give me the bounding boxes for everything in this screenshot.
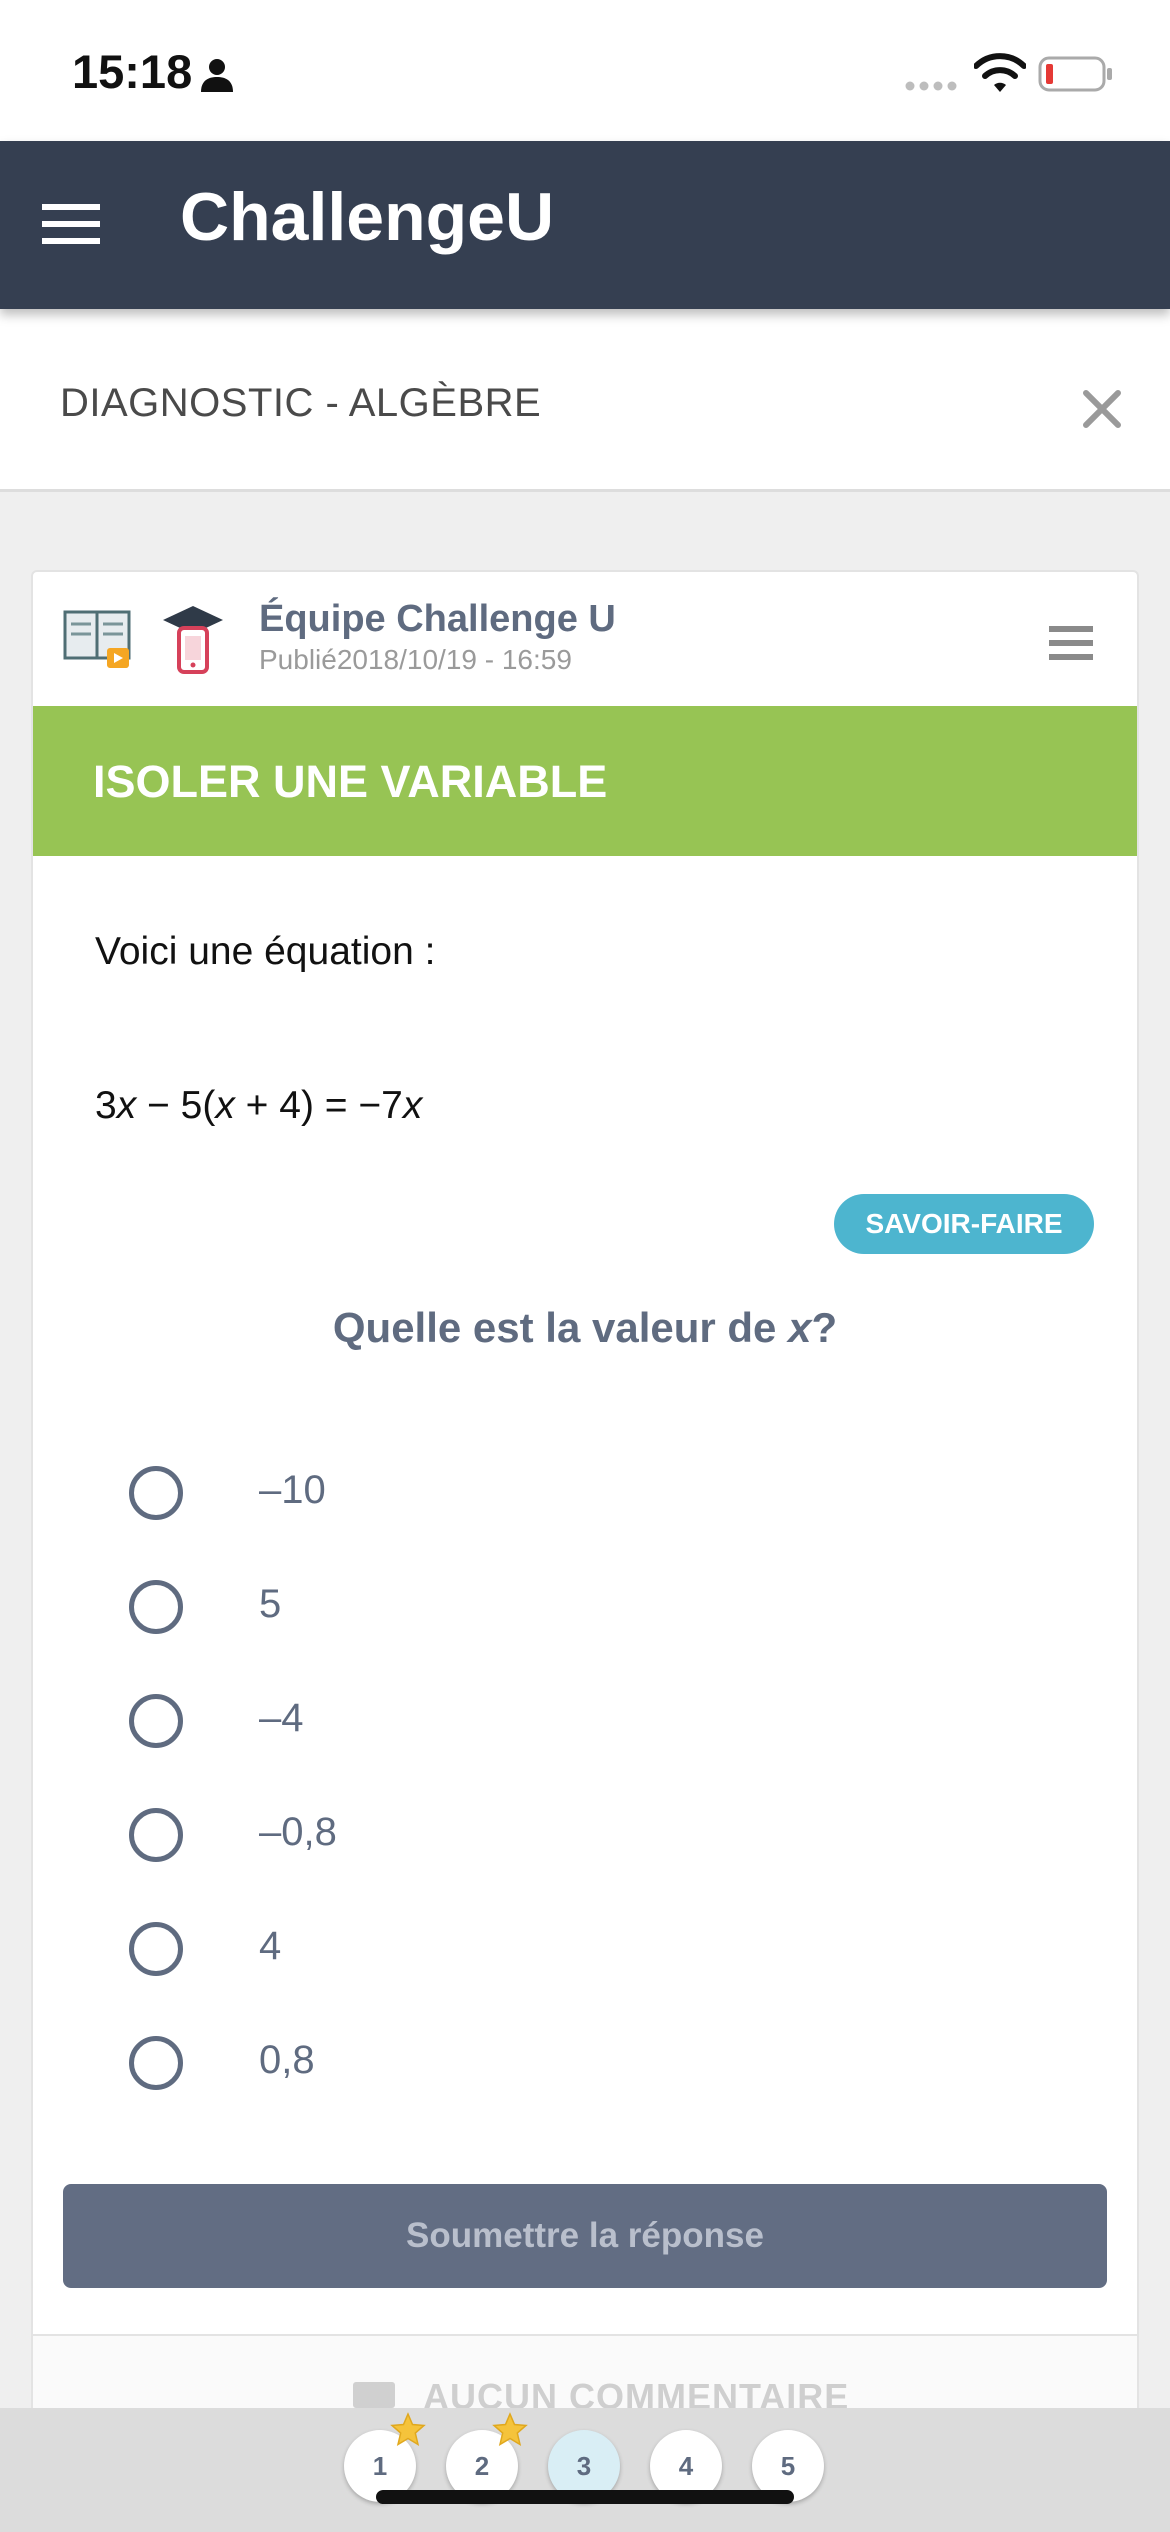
- section-title: DIAGNOSTIC - ALGÈBRE: [60, 381, 542, 425]
- cellular-signal-icon: [905, 81, 957, 91]
- answer-option[interactable]: 4: [129, 1908, 1029, 1988]
- app-header: [0, 141, 1170, 309]
- card-menu-icon[interactable]: [1049, 624, 1093, 662]
- answer-option-label: 5: [259, 1582, 282, 1626]
- app-title: ChallengeU: [180, 179, 555, 255]
- intro-text: Voici une équation :: [95, 930, 436, 973]
- status-bar: 15:18: [0, 0, 1170, 141]
- home-indicator: [376, 2490, 794, 2504]
- question-pager: 1 2 3 4 5: [0, 2408, 1170, 2532]
- question-card: Équipe Challenge U Publié2018/10/19 - 16…: [31, 570, 1139, 2470]
- answer-option[interactable]: –4: [129, 1680, 1029, 1760]
- answer-option[interactable]: 5: [129, 1566, 1029, 1646]
- equation: 3x − 5(x + 4) = −7x: [95, 1084, 423, 1127]
- answer-option-label: –4: [259, 1696, 304, 1740]
- graduation-phone-icon: [163, 606, 223, 674]
- card-header: Équipe Challenge U Publié2018/10/19 - 16…: [33, 572, 1137, 706]
- answer-option-label: 0,8: [259, 2038, 315, 2082]
- battery-low-icon: [1038, 56, 1112, 92]
- person-icon: [201, 59, 233, 92]
- close-icon[interactable]: [1082, 389, 1122, 429]
- answer-option-label: 4: [259, 1924, 282, 1968]
- topic-banner: ISOLER UNE VARIABLE: [33, 706, 1137, 856]
- question-text: Quelle est la valeur de x?: [332, 1304, 838, 1351]
- wifi-icon: [974, 53, 1026, 92]
- star-icon: [492, 2412, 528, 2447]
- star-icon: [390, 2412, 426, 2447]
- skill-badge[interactable]: SAVOIR-FAIRE: [834, 1194, 1094, 1254]
- answer-option-label: –10: [259, 1468, 326, 1512]
- radio-button[interactable]: [129, 1694, 183, 1748]
- radio-button[interactable]: [129, 1808, 183, 1862]
- radio-button[interactable]: [129, 1922, 183, 1976]
- author-name: Équipe Challenge U: [259, 598, 616, 640]
- status-time: 15:18: [72, 45, 193, 98]
- radio-button[interactable]: [129, 1580, 183, 1634]
- radio-button[interactable]: [129, 2036, 183, 2090]
- answer-option-label: –0,8: [259, 1810, 337, 1854]
- topic-title: ISOLER UNE VARIABLE: [93, 756, 608, 807]
- book-video-icon: [63, 610, 131, 668]
- submit-answer-button[interactable]: Soumettre la réponse: [63, 2184, 1107, 2288]
- hamburger-menu-icon[interactable]: [42, 202, 100, 246]
- answer-option[interactable]: 0,8: [129, 2022, 1029, 2102]
- sub-header: DIAGNOSTIC - ALGÈBRE: [0, 309, 1170, 492]
- published-date: Publié2018/10/19 - 16:59: [259, 644, 572, 675]
- answer-option[interactable]: –10: [129, 1452, 1029, 1532]
- radio-button[interactable]: [129, 1466, 183, 1520]
- answer-option[interactable]: –0,8: [129, 1794, 1029, 1874]
